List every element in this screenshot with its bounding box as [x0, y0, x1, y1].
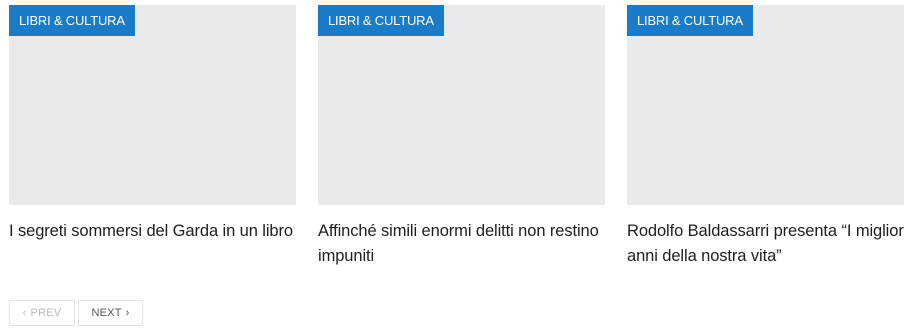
article-title[interactable]: Affinché simili enormi delitti non resti… [318, 219, 603, 269]
prev-button[interactable]: ‹ PREV [9, 300, 75, 326]
article-card: LIBRI & CULTURA I segreti sommersi del G… [9, 5, 296, 244]
next-label: NEXT [91, 307, 122, 319]
article-thumbnail[interactable]: LIBRI & CULTURA [318, 5, 605, 205]
article-title[interactable]: I segreti sommersi del Garda in un libro [9, 219, 294, 244]
article-thumbnail[interactable]: LIBRI & CULTURA [9, 5, 296, 205]
category-badge[interactable]: LIBRI & CULTURA [9, 5, 135, 36]
article-card: LIBRI & CULTURA Rodolfo Baldassarri pres… [627, 5, 904, 269]
prev-label: PREV [30, 307, 62, 319]
chevron-right-icon: › [125, 306, 130, 319]
article-card: LIBRI & CULTURA Affinché simili enormi d… [318, 5, 605, 269]
pagination: ‹ PREV NEXT › [9, 300, 143, 326]
next-button[interactable]: NEXT › [78, 300, 143, 326]
category-badge[interactable]: LIBRI & CULTURA [627, 5, 753, 36]
chevron-left-icon: ‹ [22, 306, 27, 319]
article-thumbnail[interactable]: LIBRI & CULTURA [627, 5, 904, 205]
category-badge[interactable]: LIBRI & CULTURA [318, 5, 444, 36]
article-title[interactable]: Rodolfo Baldassarri presenta “I migliori… [627, 219, 904, 269]
